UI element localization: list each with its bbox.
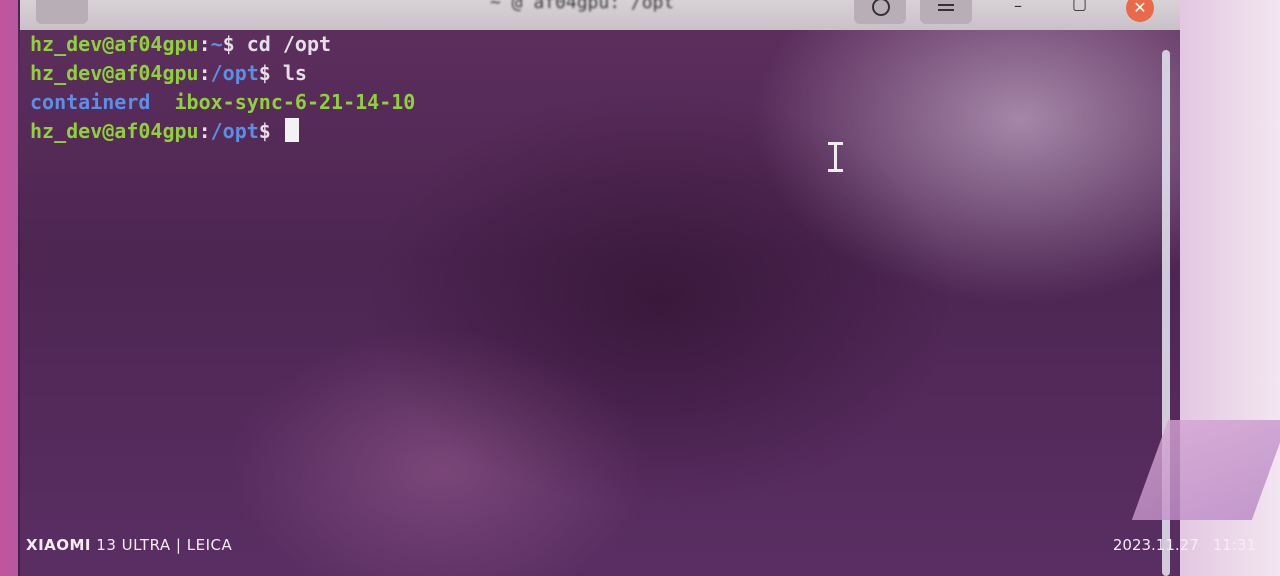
- prompt-user-host: hz_dev@af04gpu: [30, 119, 199, 143]
- photo-timestamp: 2023.11.27 11:31: [1113, 536, 1256, 554]
- prompt-path: /opt: [210, 61, 259, 85]
- search-button[interactable]: [854, 0, 906, 24]
- hamburger-menu-icon: [938, 4, 954, 6]
- terminal-output[interactable]: hz_dev@af04gpu:~$ cd /opt hz_dev@af04gpu…: [30, 30, 1150, 146]
- prompt-separator: :: [198, 61, 211, 85]
- prompt-separator: :: [198, 32, 211, 56]
- terminal-line: hz_dev@af04gpu:/opt$: [30, 117, 1150, 146]
- photo-of-screen: ~ @ af04gpu: /opt – ▢ ✕ hz_dev@af04gpu:~…: [0, 0, 1280, 576]
- search-icon: [872, 0, 890, 16]
- terminal-window: ~ @ af04gpu: /opt – ▢ ✕ hz_dev@af04gpu:~…: [18, 0, 1180, 576]
- prompt-path: /opt: [210, 119, 259, 143]
- ls-output-directory: containerd: [30, 90, 151, 114]
- text-cursor: [284, 118, 299, 142]
- camera-watermark: XIAOMI 13 ULTRA | LEICA: [26, 536, 232, 554]
- photo-date: 2023.11.27: [1112, 536, 1199, 554]
- prompt-user-host: hz_dev@af04gpu: [30, 32, 199, 56]
- close-button[interactable]: ✕: [1126, 0, 1154, 22]
- terminal-line: hz_dev@af04gpu:~$ cd /opt: [30, 30, 1150, 59]
- prompt-symbol: $: [258, 61, 271, 85]
- photo-time: 11:31: [1212, 536, 1256, 554]
- hamburger-menu-button[interactable]: [920, 0, 972, 24]
- prompt-symbol: $: [258, 119, 271, 143]
- command-text: [271, 119, 283, 143]
- window-title: ~ @ af04gpu: /opt: [490, 0, 675, 13]
- ls-output-file: ibox-sync-6-21-14-10: [174, 90, 416, 114]
- prompt-user-host: hz_dev@af04gpu: [30, 61, 199, 85]
- camera-brand: XIAOMI: [26, 536, 92, 554]
- mouse-ibeam-cursor: [828, 142, 843, 172]
- maximize-button[interactable]: ▢: [1072, 0, 1087, 13]
- terminal-line: containerd ibox-sync-6-21-14-10: [30, 88, 1150, 117]
- command-text: cd /opt: [234, 32, 332, 56]
- prompt-symbol: $: [222, 32, 235, 56]
- minimize-button[interactable]: –: [1014, 0, 1022, 15]
- terminal-menu-button[interactable]: [36, 0, 88, 24]
- camera-model: 13 ULTRA | LEICA: [96, 536, 233, 554]
- terminal-titlebar: ~ @ af04gpu: /opt – ▢ ✕: [20, 0, 1180, 30]
- terminal-line: hz_dev@af04gpu:/opt$ ls: [30, 59, 1150, 88]
- prompt-path: ~: [210, 32, 223, 56]
- prompt-separator: :: [198, 119, 211, 143]
- command-text: ls: [270, 61, 307, 85]
